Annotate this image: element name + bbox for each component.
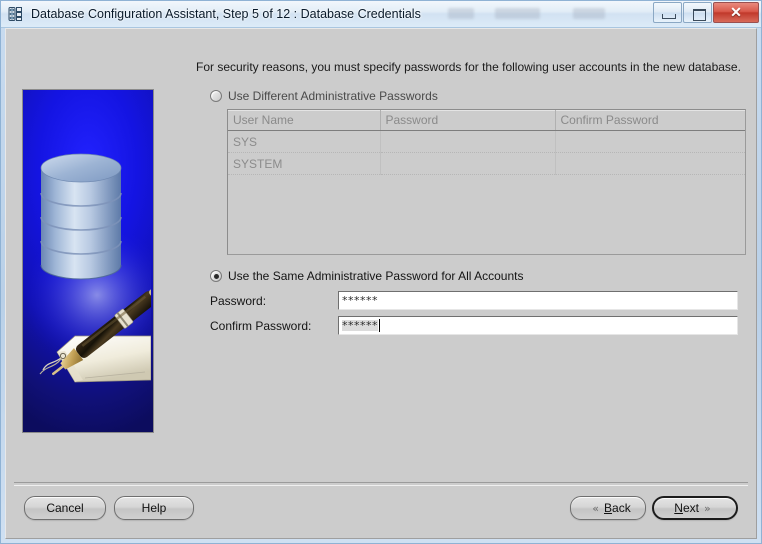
help-button-label: Help — [141, 501, 167, 515]
title-artifact-2 — [495, 8, 540, 19]
minimize-icon — [662, 14, 676, 19]
table-row[interactable]: SYS — [228, 130, 745, 153]
credentials-table[interactable]: User Name Password Confirm Password SYS — [227, 109, 746, 255]
back-button[interactable]: « Back — [570, 496, 646, 520]
instruction-text: For security reasons, you must specify p… — [196, 60, 741, 74]
title-artifact-1 — [448, 8, 474, 19]
confirm-password-input[interactable]: ****** — [338, 316, 738, 335]
dialog-body: For security reasons, you must specify p… — [5, 28, 757, 539]
application-window: Database Configuration Assistant, Step 5… — [0, 0, 762, 544]
database-grid-icon — [8, 6, 24, 22]
confirm-password-row: Confirm Password: ****** — [210, 316, 752, 335]
window-title: Database Configuration Assistant, Step 5… — [31, 7, 421, 21]
window-controls: ✕ — [652, 2, 759, 24]
password-label: Password: — [210, 293, 267, 308]
column-header-password[interactable]: Password — [380, 110, 556, 131]
chevron-left-double-icon: « — [592, 501, 600, 515]
footer-separator — [14, 482, 748, 486]
column-header-confirm-password[interactable]: Confirm Password — [555, 110, 745, 131]
close-icon: ✕ — [730, 4, 742, 20]
content-column: For security reasons, you must specify p… — [196, 59, 752, 335]
minimize-button[interactable] — [653, 2, 682, 23]
table-header-row: User Name Password Confirm Password — [228, 110, 745, 131]
cell-password[interactable] — [380, 152, 556, 175]
maximize-button[interactable] — [683, 2, 712, 23]
close-button[interactable]: ✕ — [713, 2, 759, 23]
radio-button-unselected-icon[interactable] — [210, 90, 222, 102]
table-row[interactable]: SYSTEM — [228, 152, 745, 175]
title-bar[interactable]: Database Configuration Assistant, Step 5… — [1, 1, 761, 28]
password-masked-value: ****** — [342, 294, 378, 307]
cell-password[interactable] — [380, 130, 556, 153]
confirm-password-masked-value: ****** — [342, 319, 378, 332]
next-button-label: Next — [674, 501, 699, 515]
next-button[interactable]: Next » — [652, 496, 738, 520]
radio-use-different-passwords[interactable]: Use Different Administrative Passwords — [210, 89, 752, 103]
back-button-label: Back — [604, 501, 631, 515]
chevron-right-double-icon: » — [703, 501, 711, 515]
illustration-panel — [22, 89, 154, 433]
password-row: Password: ****** — [210, 291, 752, 310]
text-cursor — [379, 319, 380, 332]
cell-user-name[interactable]: SYS — [228, 130, 381, 153]
password-fields-group: Password: ****** Confirm Password: *****… — [210, 291, 752, 335]
radio-use-same-password-label: Use the Same Administrative Password for… — [228, 269, 524, 283]
column-header-user-name[interactable]: User Name — [228, 110, 381, 131]
radio-use-different-passwords-label: Use Different Administrative Passwords — [228, 89, 438, 103]
cell-confirm-password[interactable] — [555, 130, 745, 153]
radio-button-selected-icon[interactable] — [210, 270, 222, 282]
confirm-password-label: Confirm Password: — [210, 318, 312, 333]
cancel-button-label: Cancel — [46, 501, 84, 515]
footer-right-buttons: « Back Next » — [570, 496, 738, 520]
maximize-icon — [693, 9, 706, 21]
database-cylinder-graphic — [40, 153, 122, 280]
title-artifact-3 — [573, 8, 605, 19]
password-input[interactable]: ****** — [338, 291, 738, 310]
cancel-button[interactable]: Cancel — [24, 496, 106, 520]
radio-use-same-password[interactable]: Use the Same Administrative Password for… — [210, 269, 752, 283]
cell-confirm-password[interactable] — [555, 152, 745, 175]
footer-left-buttons: Cancel Help — [24, 496, 194, 520]
cell-user-name[interactable]: SYSTEM — [228, 152, 381, 175]
help-button[interactable]: Help — [114, 496, 194, 520]
